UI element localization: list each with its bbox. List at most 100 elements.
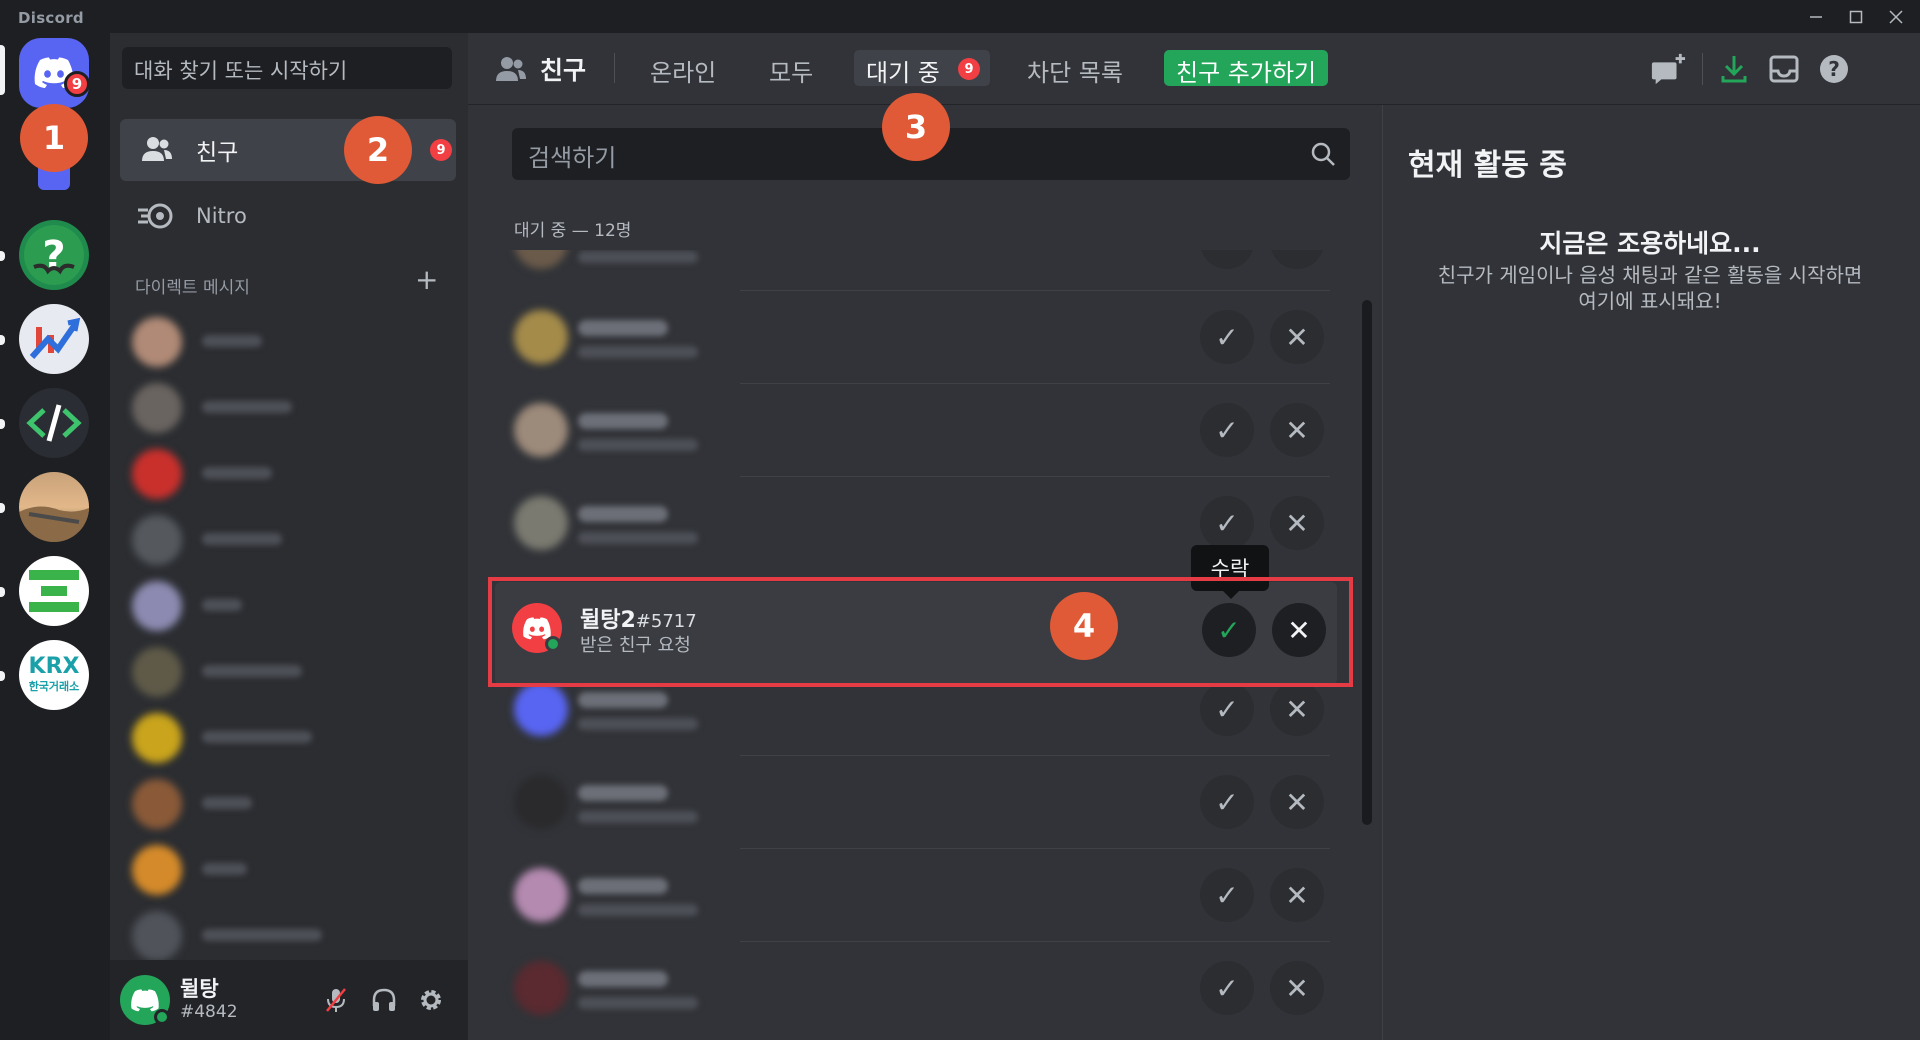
minimize-icon[interactable] xyxy=(1796,0,1836,33)
avatar xyxy=(132,647,182,697)
decline-button[interactable]: ✕ xyxy=(1270,961,1324,1015)
maximize-icon[interactable] xyxy=(1836,0,1876,33)
accept-button[interactable]: ✓ xyxy=(1200,682,1254,736)
avatar xyxy=(514,868,568,922)
dm-item[interactable] xyxy=(132,775,452,831)
list-item[interactable]: ✓✕ xyxy=(500,250,1330,288)
unread-pill xyxy=(0,503,5,513)
list-item[interactable]: ✓✕ xyxy=(500,383,1330,476)
server-green[interactable] xyxy=(19,556,89,626)
tab-pending-label: 대기 중 xyxy=(866,59,940,87)
create-dm-button[interactable]: + xyxy=(415,263,438,296)
friend-name xyxy=(578,785,668,801)
empty-state-text: 친구가 게임이나 음성 채팅과 같은 활동을 시작하면 여기에 표시돼요! xyxy=(1437,263,1863,313)
dm-item[interactable] xyxy=(132,709,452,765)
accept-button[interactable]: ✓ xyxy=(1200,775,1254,829)
decline-button[interactable]: ✕ xyxy=(1270,775,1324,829)
list-item[interactable]: ✓✕ xyxy=(500,290,1330,383)
decline-button[interactable]: ✕ xyxy=(1270,496,1324,550)
row-divider xyxy=(740,848,1330,849)
avatar xyxy=(132,449,182,499)
settings-gear-icon[interactable] xyxy=(413,982,449,1018)
step-marker-3: 3 xyxy=(882,93,950,161)
accept-button[interactable]: ✓ xyxy=(1200,496,1254,550)
pending-badge: 9 xyxy=(958,58,980,80)
list-item[interactable]: ✓✕ xyxy=(500,755,1330,848)
dm-item[interactable] xyxy=(132,907,452,963)
tab-pending[interactable]: 대기 중 9 xyxy=(854,50,990,87)
friend-name xyxy=(578,692,668,708)
close-window-icon[interactable] xyxy=(1876,0,1916,33)
dm-item[interactable] xyxy=(132,643,452,699)
tab-online[interactable]: 온라인 xyxy=(638,50,728,87)
list-item[interactable]: ✓✕ xyxy=(500,941,1330,1034)
friend-status xyxy=(578,532,698,544)
dm-name xyxy=(202,665,302,677)
friend-status xyxy=(578,718,698,730)
friend-status xyxy=(578,811,698,823)
dm-item[interactable] xyxy=(132,511,452,567)
accept-button[interactable]: ✓ xyxy=(1200,403,1254,457)
accept-button[interactable]: ✓ xyxy=(1200,250,1254,269)
server-desert[interactable] xyxy=(19,472,89,542)
online-status-dot xyxy=(154,1009,170,1025)
unread-pill xyxy=(0,251,5,261)
dm-item[interactable] xyxy=(132,445,452,501)
friend-status xyxy=(578,997,698,1009)
list-scrollbar[interactable] xyxy=(1362,300,1372,825)
dm-name xyxy=(202,533,282,545)
step-marker-2: 2 xyxy=(344,116,412,184)
svg-text:?: ? xyxy=(42,233,65,279)
server-krx[interactable]: KRX 한국거래소 xyxy=(19,640,89,710)
user-panel: 뒬탕 #4842 xyxy=(110,960,468,1040)
decline-button[interactable]: ✕ xyxy=(1270,250,1324,269)
krx-logo-subtext: 한국거래소 xyxy=(28,680,80,693)
decline-button[interactable]: ✕ xyxy=(1270,682,1324,736)
home-badge: 9 xyxy=(64,71,90,97)
avatar xyxy=(514,682,568,736)
accept-button[interactable]: ✓ xyxy=(1200,961,1254,1015)
app-title: Discord xyxy=(18,9,84,27)
tab-blocked[interactable]: 차단 목록 xyxy=(1015,50,1135,87)
dm-name xyxy=(202,599,242,611)
dm-item[interactable] xyxy=(132,313,452,369)
avatar xyxy=(132,581,182,631)
accept-button[interactable]: ✓ xyxy=(1200,310,1254,364)
help-icon[interactable]: ? xyxy=(1816,51,1852,87)
download-icon[interactable] xyxy=(1716,51,1752,87)
row-divider xyxy=(740,290,1330,291)
mute-icon[interactable] xyxy=(318,982,354,1018)
highlight-annotation-box xyxy=(488,577,1353,687)
decline-button[interactable]: ✕ xyxy=(1270,310,1324,364)
server-help[interactable]: ? xyxy=(19,220,89,290)
friends-icon xyxy=(142,137,172,161)
dm-item[interactable] xyxy=(132,379,452,435)
landscape-icon xyxy=(19,506,89,542)
nitro-label: Nitro xyxy=(196,204,247,228)
header-divider xyxy=(1702,53,1703,85)
decline-button[interactable]: ✕ xyxy=(1270,868,1324,922)
server-chart[interactable] xyxy=(19,304,89,374)
dm-item[interactable] xyxy=(132,577,452,633)
new-group-dm-icon[interactable] xyxy=(1650,51,1686,87)
dm-name xyxy=(202,863,247,875)
avatar xyxy=(514,496,568,550)
find-conversation-button[interactable]: 대화 찾기 또는 시작하기 xyxy=(122,47,452,89)
server-dev[interactable] xyxy=(19,388,89,458)
friend-name xyxy=(578,971,668,987)
avatar xyxy=(514,250,568,269)
inbox-icon[interactable] xyxy=(1766,51,1802,87)
decline-button[interactable]: ✕ xyxy=(1270,403,1324,457)
sidebar-item-nitro[interactable]: Nitro xyxy=(120,185,456,247)
tab-all[interactable]: 모두 xyxy=(757,50,825,87)
avatar xyxy=(132,383,182,433)
dm-item[interactable] xyxy=(132,841,452,897)
search-icon xyxy=(1311,142,1335,166)
dm-name xyxy=(202,797,252,809)
dm-name xyxy=(202,929,322,941)
accept-button[interactable]: ✓ xyxy=(1200,868,1254,922)
headphones-icon[interactable] xyxy=(366,982,402,1018)
list-item[interactable]: ✓✕ xyxy=(500,848,1330,941)
add-friend-button[interactable]: 친구 추가하기 xyxy=(1164,50,1329,87)
dm-sidebar: 대화 찾기 또는 시작하기 친구 9 Nitro 다이렉트 메시지 + xyxy=(110,33,468,1040)
